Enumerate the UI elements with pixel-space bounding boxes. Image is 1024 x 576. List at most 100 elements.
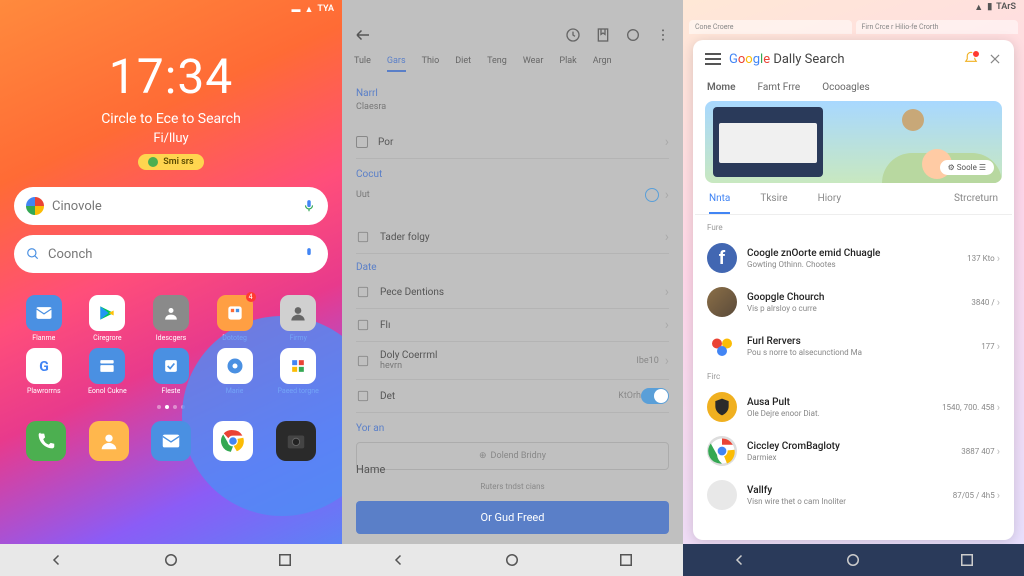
dock-messages[interactable] xyxy=(145,421,197,461)
settings-row[interactable]: Por › xyxy=(356,126,669,159)
google-logo-icon xyxy=(26,197,44,215)
notification-icon[interactable] xyxy=(962,50,980,68)
status-bar: ▲▮TArS xyxy=(683,0,1024,18)
search-placeholder: Cinovole xyxy=(52,199,302,214)
nav-item[interactable]: Famt Frre xyxy=(757,82,800,93)
tab-gars[interactable]: Gars xyxy=(387,56,406,72)
field-label: Narrl xyxy=(356,88,669,99)
tab-argn[interactable]: Argn xyxy=(593,56,612,72)
list-item[interactable]: Goopgle ChourchVis p alrsloy o curre3840… xyxy=(693,280,1014,324)
settings-row[interactable]: Tader folgy› xyxy=(356,221,669,254)
card-nav: Mome Famt Frre Ocooagles xyxy=(693,78,1014,101)
tab-wear[interactable]: Wear xyxy=(523,56,544,72)
navigation-bar xyxy=(342,544,683,576)
settings-tabs: Tule Gars Thio Diet Teng Wear Plak Argn xyxy=(342,52,683,80)
app-flanme[interactable]: Flanme xyxy=(14,295,74,342)
content-list: FurefCoogle znOorte emid ChuagleGowting … xyxy=(693,215,1014,540)
list-header: Firc xyxy=(693,368,1014,385)
tab-thio[interactable]: Thio xyxy=(422,56,440,72)
mic-icon[interactable] xyxy=(302,247,316,261)
svg-text:G: G xyxy=(39,359,49,375)
section-label: Yor an xyxy=(356,423,669,434)
search-placeholder: Coonch xyxy=(48,247,302,262)
content-card: Google Dally Search Mome Famt Frre Ocooagl… xyxy=(693,40,1014,540)
browser-panel: ▲▮TArS Cone Croere Firn Crce r Hilio-fe C… xyxy=(683,0,1024,576)
list-item[interactable]: fCoogle znOorte emid ChuagleGowting Othi… xyxy=(693,236,1014,280)
content-tab[interactable]: Hiory xyxy=(818,193,841,214)
nav-item[interactable]: Ocooagles xyxy=(822,82,869,93)
content-tab[interactable]: Strcreturn xyxy=(954,193,998,214)
list-item[interactable]: Ausa PultOle Dejre enoor Diat.1540, 700.… xyxy=(693,385,1014,429)
dock-contacts[interactable] xyxy=(82,421,134,461)
content-tabs: Nnta Tksire Hiory Strcreturn xyxy=(695,183,1012,215)
menu-icon[interactable] xyxy=(705,53,721,65)
toggle-switch[interactable] xyxy=(641,388,669,404)
weather-pill[interactable]: Smi srs xyxy=(138,154,203,170)
recents-button[interactable] xyxy=(617,551,635,569)
settings-row[interactable]: DetKtOrh xyxy=(356,380,669,413)
back-button[interactable] xyxy=(731,551,749,569)
mic-icon[interactable] xyxy=(302,199,316,213)
footer-note: Ruters tndst cians xyxy=(356,482,669,491)
recents-button[interactable] xyxy=(276,551,294,569)
field-value[interactable]: Claesra xyxy=(356,102,669,112)
list-item[interactable]: Furl RerversPou s norre to alsecunctiond… xyxy=(693,324,1014,368)
clock-subtitle: Circle to Ece to Search xyxy=(0,111,342,127)
list-item[interactable]: VallfyVisn wire thet o cam Inoliter87/05… xyxy=(693,473,1014,517)
tab-plak[interactable]: Plak xyxy=(559,56,576,72)
app-ciregrore[interactable]: Ciregrore xyxy=(78,295,138,342)
home-button[interactable] xyxy=(844,551,862,569)
clock-day: Fi/lluy xyxy=(0,131,342,146)
browser-tabs: Cone Croere Firn Crce r Hilio-fe Crorth xyxy=(683,18,1024,36)
tab-diet[interactable]: Diet xyxy=(455,56,471,72)
settings-row[interactable]: Doly CoerrmlhevrnIbe10› xyxy=(356,342,669,380)
dock-phone[interactable] xyxy=(20,421,72,461)
home-button[interactable] xyxy=(503,551,521,569)
settings-row[interactable]: Uut › xyxy=(356,183,669,207)
dock-chrome[interactable] xyxy=(207,421,259,461)
settings-row[interactable]: Flı› xyxy=(356,309,669,342)
status-bar: ▬▲TYA xyxy=(0,0,342,18)
clock-widget[interactable]: 17:34 Circle to Ece to Search Fi/lluy Sm… xyxy=(0,48,342,171)
navigation-bar xyxy=(0,544,342,576)
google-search-widget[interactable]: Cinovole xyxy=(14,187,328,225)
app-plawrorrns[interactable]: GPlawrorrns xyxy=(14,348,74,395)
section-header: Date xyxy=(356,262,669,273)
settings-row[interactable]: Pece Dentions› xyxy=(356,276,669,309)
tag-icon[interactable] xyxy=(625,27,641,43)
primary-button[interactable]: Or Gud Freed xyxy=(356,501,669,534)
history-icon[interactable] xyxy=(565,27,581,43)
promo-banner[interactable]: ⚙ Soole ☰ xyxy=(705,101,1002,183)
card-title: Google Dally Search xyxy=(729,52,954,67)
back-arrow-icon[interactable] xyxy=(354,26,372,44)
back-button[interactable] xyxy=(48,551,66,569)
clock-time: 17:34 xyxy=(0,48,342,105)
field-label: Cocut xyxy=(356,169,669,180)
content-tab[interactable]: Nnta xyxy=(709,193,730,214)
browser-tab[interactable]: Firn Crce r Hilio-fe Crorth xyxy=(856,20,1019,34)
app-eonol cukne[interactable]: Eonol Cukne xyxy=(78,348,138,395)
tab-tule[interactable]: Tule xyxy=(354,56,371,72)
search-icon xyxy=(26,247,40,261)
settings-header xyxy=(342,18,683,52)
recents-button[interactable] xyxy=(958,551,976,569)
list-header: Fure xyxy=(693,219,1014,236)
dock-camera[interactable] xyxy=(270,421,322,461)
close-icon[interactable] xyxy=(988,52,1002,66)
nav-item[interactable]: Mome xyxy=(707,82,735,93)
content-tab[interactable]: Tksire xyxy=(760,193,787,214)
list-item[interactable]: Ciccley CromBaglotyDarmiex3887 407 › xyxy=(693,429,1014,473)
more-icon[interactable] xyxy=(655,27,671,43)
home-screen-panel: ▬▲TYA 17:34 Circle to Ece to Search Fi/l… xyxy=(0,0,342,576)
checkbox[interactable] xyxy=(356,136,368,148)
browser-tab[interactable]: Cone Croere xyxy=(689,20,852,34)
section-label: Hame xyxy=(356,463,669,476)
navigation-bar xyxy=(683,544,1024,576)
settings-panel: Tule Gars Thio Diet Teng Wear Plak Argn Narrl C… xyxy=(342,0,683,576)
bookmark-icon[interactable] xyxy=(595,27,611,43)
secondary-search-widget[interactable]: Coonch xyxy=(14,235,328,273)
tab-teng[interactable]: Teng xyxy=(487,56,507,72)
app-idescgers[interactable]: Idescgers xyxy=(141,295,201,342)
home-button[interactable] xyxy=(162,551,180,569)
back-button[interactable] xyxy=(390,551,408,569)
